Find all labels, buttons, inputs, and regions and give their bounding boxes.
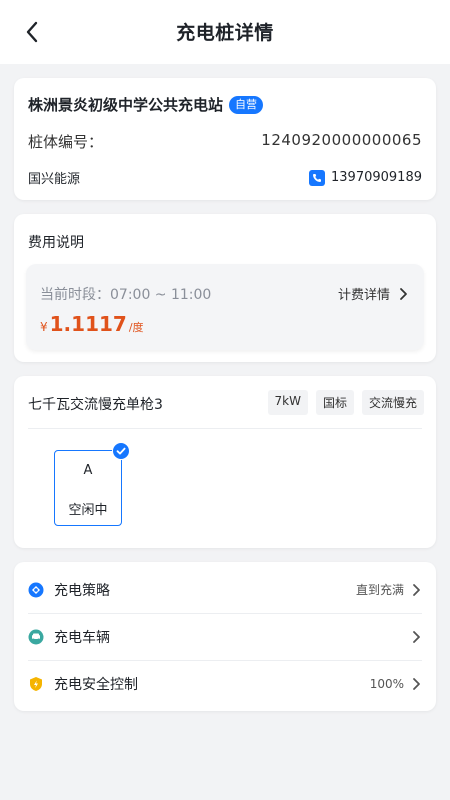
phone-icon bbox=[309, 169, 326, 186]
top-bar: 充电桩详情 bbox=[0, 0, 450, 64]
fee-panel: 当前时段：07:00 ~ 11:00 计费详情 ¥ 1.1117 /度 bbox=[26, 264, 424, 350]
gun-tag: 国标 bbox=[315, 390, 354, 415]
strategy-value: 直到充满 bbox=[355, 583, 404, 597]
settings-card: 充电策略 直到充满 充电车辆 充电安全控制 100% bbox=[14, 562, 436, 711]
gun-tag: 7kW bbox=[267, 390, 308, 415]
station-card: 株洲景炎初级中学公共充电站 自营 桩体编号： 1240920000000065 … bbox=[14, 78, 436, 200]
fee-detail-button[interactable]: 计费详情 bbox=[338, 284, 412, 303]
safety-label: 充电安全控制 bbox=[54, 676, 138, 693]
pile-number-label: 桩体编号： bbox=[28, 133, 104, 151]
strategy-icon bbox=[28, 582, 44, 598]
chevron-right-icon bbox=[412, 677, 422, 691]
charging-vehicle-row[interactable]: 充电车辆 bbox=[28, 613, 422, 660]
station-name: 株洲景炎初级中学公共充电站 bbox=[28, 96, 224, 114]
self-operated-badge: 自营 bbox=[229, 95, 264, 114]
car-icon bbox=[28, 629, 44, 645]
chevron-right-icon bbox=[412, 630, 422, 644]
chevron-right-icon bbox=[400, 287, 407, 300]
connector-status: 空闲中 bbox=[68, 503, 108, 518]
divider bbox=[28, 428, 422, 429]
price-unit: /度 bbox=[128, 321, 144, 334]
current-period: 当前时段：07:00 ~ 11:00 bbox=[40, 287, 212, 303]
pile-number-value: 1240920000000065 bbox=[261, 131, 422, 149]
fee-title: 费用说明 bbox=[28, 235, 84, 251]
strategy-label: 充电策略 bbox=[54, 582, 110, 599]
gun-title: 七千瓦交流慢充单枪3 bbox=[28, 397, 163, 413]
phone-number: 13970909189 bbox=[331, 170, 422, 185]
fee-detail-label: 计费详情 bbox=[337, 288, 390, 303]
connector-letter: A bbox=[83, 463, 93, 478]
price-value: 1.1117 bbox=[49, 312, 127, 336]
fee-card: 费用说明 当前时段：07:00 ~ 11:00 计费详情 ¥ 1.1117 /度 bbox=[14, 214, 436, 362]
operator-name: 国兴能源 bbox=[28, 172, 81, 187]
page-title: 充电桩详情 bbox=[176, 22, 274, 44]
price: ¥ 1.1117 /度 bbox=[40, 312, 144, 336]
charging-safety-row[interactable]: 充电安全控制 100% bbox=[28, 660, 422, 707]
gun-card: 七千瓦交流慢充单枪3 7kW 国标 交流慢充 A 空闲中 bbox=[14, 376, 436, 548]
vehicle-label: 充电车辆 bbox=[54, 629, 110, 646]
safety-value: 100% bbox=[369, 676, 404, 691]
chevron-right-icon bbox=[412, 583, 422, 597]
shield-icon bbox=[28, 676, 44, 692]
charging-strategy-row[interactable]: 充电策略 直到充满 bbox=[28, 566, 422, 613]
connector-a-option[interactable]: A 空闲中 bbox=[54, 442, 130, 526]
check-icon bbox=[112, 442, 130, 460]
gun-tags: 7kW 国标 交流慢充 bbox=[267, 390, 424, 415]
currency-symbol: ¥ bbox=[40, 320, 48, 334]
phone-link[interactable]: 13970909189 bbox=[309, 169, 422, 186]
gun-tag: 交流慢充 bbox=[361, 390, 424, 415]
